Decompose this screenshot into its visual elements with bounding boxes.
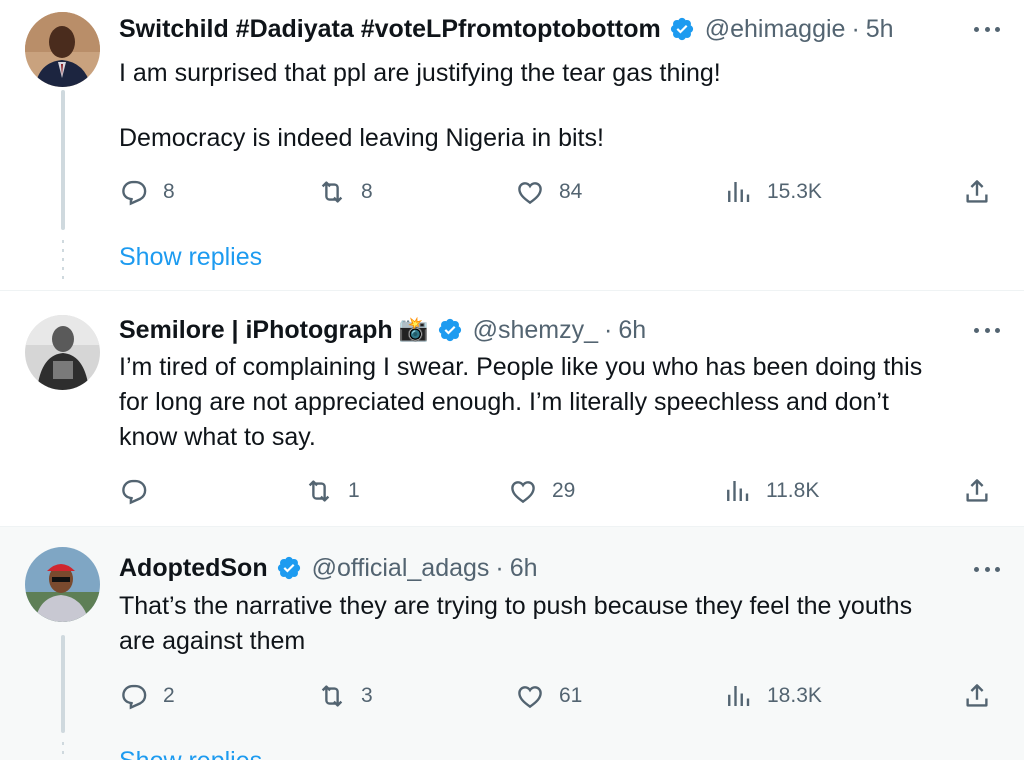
like-count: 61 [559, 684, 583, 707]
like-icon [518, 182, 542, 205]
display-name[interactable]: Switchild #Dadiyata #voteLPfromtoptobott… [119, 13, 661, 45]
share-button[interactable] [962, 174, 992, 210]
views-button[interactable]: 15.3K [723, 174, 822, 210]
timestamp[interactable]: 6h [510, 552, 538, 584]
tweet-header: AdoptedSon @official_adags · 6h [119, 552, 538, 584]
like-icon [518, 686, 542, 709]
avatar-image [25, 12, 100, 87]
like-button[interactable]: 61 [515, 678, 582, 714]
camera-icon: 📸 [398, 316, 429, 343]
tweet-official-adags[interactable]: AdoptedSon @official_adags · 6h That’s t… [0, 526, 1024, 760]
tweet-text-line: know what to say. [119, 423, 316, 451]
thread-line [61, 90, 65, 230]
user-handle[interactable]: @official_adags [312, 552, 490, 584]
avatar-image [25, 547, 100, 622]
tweet-header: Switchild #Dadiyata #voteLPfromtoptobott… [119, 13, 894, 45]
tweet-header: Semilore | iPhotograph 📸 @shemzy_ · 6h [119, 314, 646, 346]
tweet-actions: 2 3 61 18.3K [119, 678, 999, 714]
tweet-shemzy[interactable]: Semilore | iPhotograph 📸 @shemzy_ · 6h I… [0, 290, 1024, 526]
tweet-text-line: Democracy is indeed leaving Nigeria in b… [119, 124, 604, 152]
user-handle[interactable]: @ehimaggie [705, 13, 846, 45]
retweet-icon [321, 181, 343, 203]
tweet-text: I’m tired of complaining I swear. People… [119, 350, 999, 455]
reply-button[interactable]: 8 [119, 174, 175, 210]
tweet-text: That’s the narrative they are trying to … [119, 589, 999, 659]
thread-connector [62, 742, 64, 760]
views-button[interactable]: 11.8K [722, 473, 819, 509]
retweet-icon [321, 685, 343, 707]
tweet-actions: 1 29 11.8K [119, 473, 999, 509]
more-icon[interactable] [974, 565, 1000, 573]
retweet-count: 8 [361, 180, 373, 203]
tweet-text-line: I’m tired of complaining I swear. People… [119, 353, 923, 381]
verified-badge-icon[interactable] [437, 317, 463, 343]
separator: · [851, 15, 860, 43]
display-name[interactable]: AdoptedSon [119, 552, 268, 584]
share-icon [966, 479, 988, 502]
views-button[interactable]: 18.3K [723, 678, 822, 714]
like-icon [511, 481, 535, 504]
more-icon[interactable] [974, 25, 1000, 33]
thread-connector [62, 240, 64, 280]
timestamp[interactable]: 5h [866, 13, 894, 45]
reply-icon [122, 479, 147, 505]
views-count: 15.3K [767, 180, 822, 203]
retweet-button[interactable]: 1 [304, 473, 360, 509]
reply-count: 8 [163, 180, 175, 203]
reply-icon [122, 684, 147, 710]
tweet-text-line: That’s the narrative they are trying to … [119, 592, 913, 620]
share-button[interactable] [962, 678, 992, 714]
like-button[interactable]: 29 [508, 473, 575, 509]
thread-line [61, 635, 65, 733]
timestamp[interactable]: 6h [618, 314, 646, 346]
views-icon [728, 182, 750, 202]
verified-badge-icon[interactable] [276, 555, 302, 581]
show-replies-link[interactable]: Show replies [119, 241, 262, 273]
tweet-text-line: are against them [119, 627, 306, 655]
views-count: 11.8K [766, 479, 820, 502]
avatar[interactable] [25, 12, 100, 87]
tweet-actions: 8 8 84 15.3K [119, 174, 999, 210]
like-button[interactable]: 84 [515, 174, 582, 210]
more-icon[interactable] [974, 326, 1000, 334]
reply-button[interactable] [119, 473, 163, 509]
share-icon [966, 684, 988, 707]
tweet-ehimaggie[interactable]: Switchild #Dadiyata #voteLPfromtoptobott… [0, 0, 1024, 290]
show-replies-link[interactable]: Show replies [119, 745, 262, 760]
verified-badge-icon[interactable] [669, 16, 695, 42]
retweet-count: 3 [361, 684, 373, 707]
share-icon [966, 180, 988, 203]
tweet-text-line [119, 91, 999, 121]
reply-button[interactable]: 2 [119, 678, 175, 714]
retweet-button[interactable]: 8 [317, 174, 373, 210]
separator: · [604, 316, 613, 344]
tweet-text-line: for long are not appreciated enough. I’m… [119, 388, 889, 416]
like-count: 84 [559, 180, 583, 203]
reply-count: 2 [163, 684, 175, 707]
tweet-text-line: I am surprised that ppl are justifying t… [119, 59, 721, 87]
like-count: 29 [552, 479, 576, 502]
avatar[interactable] [25, 547, 100, 622]
retweet-count: 1 [348, 479, 360, 502]
retweet-icon [308, 480, 330, 502]
display-name[interactable]: Semilore | iPhotograph [119, 314, 393, 346]
views-count: 18.3K [767, 684, 822, 707]
retweet-button[interactable]: 3 [317, 678, 373, 714]
avatar-image [25, 315, 100, 390]
user-handle[interactable]: @shemzy_ [473, 314, 598, 346]
views-icon [728, 686, 750, 706]
separator: · [495, 554, 504, 582]
share-button[interactable] [962, 473, 992, 509]
reply-icon [122, 180, 147, 206]
views-icon [727, 481, 749, 501]
tweet-text: I am surprised that ppl are justifying t… [119, 56, 999, 156]
avatar[interactable] [25, 315, 100, 390]
